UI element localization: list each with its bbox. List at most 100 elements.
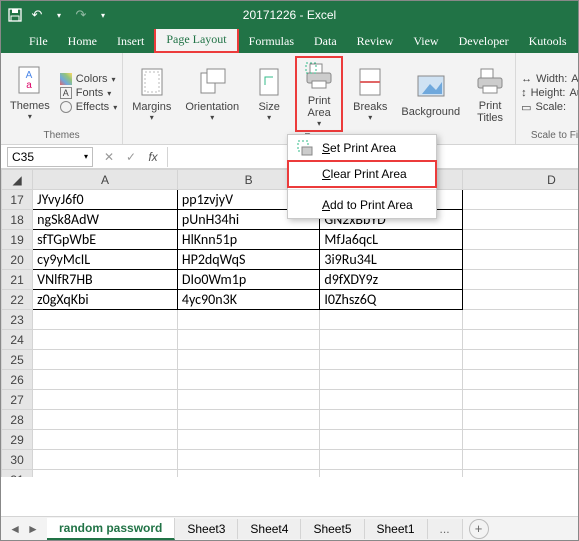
col-header-D[interactable]: D [462,170,578,190]
cell[interactable] [462,430,578,450]
tab-view[interactable]: View [403,30,448,53]
row-header[interactable]: 27 [2,390,33,410]
name-box[interactable]: C35 ▾ [7,147,93,167]
cell[interactable]: I0Zhsz6Q [320,290,462,310]
cell[interactable] [320,390,462,410]
row-header[interactable]: 17 [2,190,33,210]
cell[interactable] [462,310,578,330]
row-header[interactable]: 19 [2,230,33,250]
scale-height-row[interactable]: ↕ Height: Aut [521,87,578,99]
tab-home[interactable]: Home [58,30,107,53]
effects-button[interactable]: Effects ▾ [60,100,117,114]
cell[interactable] [320,330,462,350]
menu-add-to-print-area[interactable]: Add to Print Area [288,192,436,218]
colors-button[interactable]: Colors ▾ [60,72,117,86]
cell[interactable] [462,370,578,390]
cell[interactable] [462,250,578,270]
fonts-button[interactable]: A Fonts ▾ [60,86,117,100]
cell[interactable] [177,390,319,410]
row-header[interactable]: 18 [2,210,33,230]
cell[interactable]: MfJa6qcL [320,230,462,250]
sheet-nav-prev-icon[interactable]: ◄ [9,522,21,536]
cell[interactable] [462,350,578,370]
row-header[interactable]: 30 [2,450,33,470]
cell[interactable]: cy9yMcIL [33,250,178,270]
tab-developer[interactable]: Developer [449,30,519,53]
cell[interactable]: JYvyJ6f0 [33,190,178,210]
cell[interactable] [462,230,578,250]
row-header[interactable]: 29 [2,430,33,450]
cell[interactable]: 3i9Ru34L [320,250,462,270]
tab-formulas[interactable]: Formulas [239,30,304,53]
row-header[interactable]: 23 [2,310,33,330]
cell[interactable] [177,470,319,478]
cell[interactable]: ngSk8AdW [33,210,178,230]
print-titles-button[interactable]: Print Titles [470,63,510,126]
cell[interactable] [177,410,319,430]
tab-review[interactable]: Review [347,30,404,53]
cell[interactable] [33,430,178,450]
sheet-tab-sheet1[interactable]: Sheet1 [365,519,428,539]
tab-kutools[interactable]: Kutools [519,30,577,53]
row-header[interactable]: 21 [2,270,33,290]
row-header[interactable]: 26 [2,370,33,390]
menu-clear-print-area[interactable]: Clear Print Area [288,161,436,187]
sheet-tab-random-password[interactable]: random password [47,518,175,540]
cell[interactable] [177,450,319,470]
tab-insert[interactable]: Insert [107,30,154,53]
cell[interactable] [177,310,319,330]
cell[interactable] [33,350,178,370]
scale-scale-row[interactable]: ▭ Scale: [521,101,578,114]
cell[interactable] [462,290,578,310]
sheet-tab-sheet3[interactable]: Sheet3 [175,519,238,539]
cell[interactable] [33,330,178,350]
cell[interactable]: DIo0Wm1p [177,270,319,290]
cell[interactable] [177,370,319,390]
cell[interactable]: VNlfR7HB [33,270,178,290]
cell[interactable] [462,470,578,478]
cell[interactable]: d9fXDY9z [320,270,462,290]
cell[interactable] [320,430,462,450]
row-header[interactable]: 24 [2,330,33,350]
menu-set-print-area[interactable]: Set Print Area [288,135,436,161]
sheet-nav-next-icon[interactable]: ► [27,522,39,536]
cell[interactable] [33,450,178,470]
cell[interactable] [462,270,578,290]
tab-file[interactable]: File [19,30,58,53]
select-all-corner[interactable]: ◢ [2,170,33,190]
background-button[interactable]: Background [397,69,464,120]
tab-data[interactable]: Data [304,30,347,53]
chevron-down-icon[interactable]: ▾ [84,153,88,161]
cell[interactable] [33,390,178,410]
row-header[interactable]: 28 [2,410,33,430]
cell[interactable] [33,410,178,430]
sheet-tab-sheet4[interactable]: Sheet4 [238,519,301,539]
cell[interactable] [177,350,319,370]
cell[interactable] [462,410,578,430]
new-sheet-button[interactable]: + [469,519,489,539]
themes-button[interactable]: Aa Themes ▾ [6,63,54,123]
scale-width-row[interactable]: ↔ Width: Aut [521,73,578,85]
cell[interactable]: z0gXqKbi [33,290,178,310]
sheet-tab-overflow[interactable]: ... [428,519,463,539]
col-header-A[interactable]: A [33,170,178,190]
cell[interactable]: HP2dqWqS [177,250,319,270]
tab-page-layout[interactable]: Page Layout [154,26,238,53]
row-header[interactable]: 25 [2,350,33,370]
cancel-icon[interactable]: ✕ [101,150,117,164]
enter-icon[interactable]: ✓ [123,150,139,164]
cell[interactable]: 4yc90n3K [177,290,319,310]
orientation-button[interactable]: Orientation▾ [181,64,243,124]
cell[interactable] [33,310,178,330]
cell[interactable]: HlKnn51p [177,230,319,250]
cell[interactable] [320,410,462,430]
fx-icon[interactable]: fx [145,150,161,164]
print-area-button[interactable]: Print Area▾ [295,56,343,132]
cell[interactable] [320,350,462,370]
cell[interactable] [462,210,578,230]
cell[interactable] [320,310,462,330]
cell[interactable] [462,330,578,350]
cell[interactable]: sfTGpWbE [33,230,178,250]
cell[interactable] [33,470,178,478]
row-header[interactable]: 20 [2,250,33,270]
